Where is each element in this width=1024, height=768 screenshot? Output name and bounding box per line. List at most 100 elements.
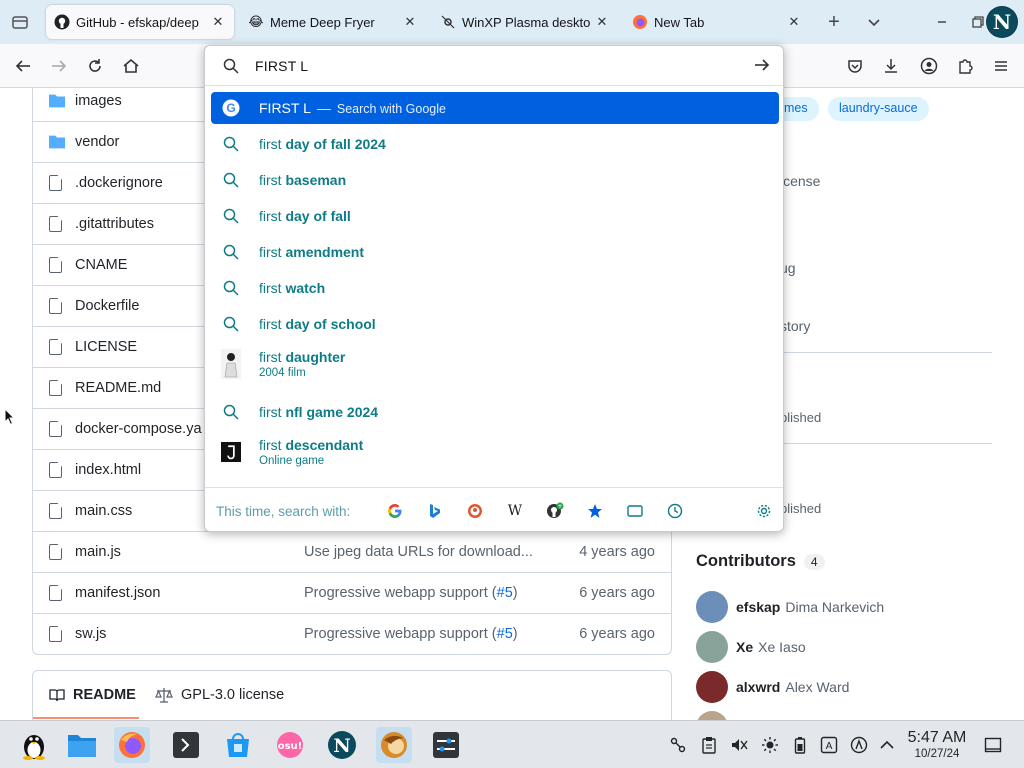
about-link-history[interactable]: story — [780, 318, 810, 334]
url-input[interactable]: FIRST L — [205, 46, 783, 86]
file-manager-button[interactable] — [64, 727, 100, 763]
history-icon[interactable] — [666, 502, 684, 520]
extensions-button[interactable] — [954, 55, 976, 77]
home-button[interactable] — [120, 55, 142, 77]
contributor-login: Xe — [736, 639, 754, 655]
tray-expand-button[interactable] — [877, 735, 897, 755]
file-name-link[interactable]: images — [75, 93, 122, 109]
battery-tray-icon[interactable] — [790, 735, 810, 755]
clock[interactable]: 5:47 AM 10/27/24 — [900, 729, 974, 761]
show-desktop-button[interactable] — [983, 735, 1003, 755]
close-tab-icon[interactable]: ✕ — [210, 14, 226, 30]
terminal-button[interactable] — [168, 727, 204, 763]
back-button[interactable] — [12, 55, 34, 77]
file-name-link[interactable]: main.js — [75, 544, 121, 560]
pull-request-link[interactable]: #5 — [497, 626, 513, 642]
urlbar-suggestion[interactable]: first amendment — [211, 236, 779, 268]
osu-button[interactable]: osu! — [272, 727, 308, 763]
firefox-view-button[interactable] — [8, 10, 32, 34]
file-name-link[interactable]: Dockerfile — [75, 298, 139, 314]
volume-muted-tray-icon[interactable] — [729, 735, 749, 755]
close-tab-icon[interactable]: ✕ — [786, 14, 802, 30]
go-arrow-icon[interactable] — [753, 56, 771, 74]
file-name-link[interactable]: CNAME — [75, 257, 127, 273]
brightness-tray-icon[interactable] — [760, 735, 780, 755]
file-name-link[interactable]: LICENSE — [75, 339, 137, 355]
close-tab-icon[interactable]: ✕ — [402, 14, 418, 30]
discover-store-button[interactable] — [220, 727, 256, 763]
urlbar-suggestion[interactable]: first nfl game 2024 — [211, 396, 779, 428]
firefox-taskbar-button[interactable] — [114, 727, 150, 763]
show-desktop-icon — [984, 737, 1002, 753]
tab-winxp-plasma[interactable]: WinXP Plasma deskto ✕ — [432, 5, 618, 39]
contributor-item[interactable]: alxwrd Alex Ward — [696, 671, 849, 703]
reload-button[interactable] — [84, 55, 106, 77]
file-row[interactable]: manifest.json Progressive webapp support … — [33, 572, 671, 613]
contributor-item[interactable]: Xe Xe Iaso — [696, 631, 806, 663]
about-link-license[interactable]: icense — [780, 173, 820, 189]
wikipedia-icon[interactable]: W — [506, 502, 524, 520]
file-name-link[interactable]: index.html — [75, 462, 141, 478]
tab-readme[interactable]: README — [49, 687, 136, 703]
list-all-tabs-button[interactable] — [862, 10, 886, 34]
file-name-link[interactable]: README.md — [75, 380, 161, 396]
downloads-button[interactable] — [880, 55, 902, 77]
contributors-heading[interactable]: Contributors 4 — [696, 552, 825, 571]
back-arrow-icon — [15, 60, 30, 72]
tab-github[interactable]: GitHub - efskap/deep ✕ — [46, 5, 234, 39]
mixer-button[interactable] — [428, 727, 464, 763]
file-name-link[interactable]: manifest.json — [75, 585, 160, 601]
urlbar-suggestion[interactable]: first baseman — [211, 164, 779, 196]
account-button[interactable] — [918, 55, 940, 77]
tabs-icon[interactable] — [626, 502, 644, 520]
launcher-button[interactable] — [16, 727, 52, 763]
clipboard-tray-icon[interactable] — [699, 735, 719, 755]
file-name-link[interactable]: vendor — [75, 134, 119, 150]
forward-button[interactable] — [48, 55, 70, 77]
file-name-link[interactable]: main.css — [75, 503, 132, 519]
urlbar-suggestion[interactable]: first day of fall — [211, 200, 779, 232]
file-name-link[interactable]: .gitattributes — [75, 216, 154, 232]
urlbar-suggestion[interactable]: first day of fall 2024 — [211, 128, 779, 160]
pull-request-link[interactable]: #5 — [497, 585, 513, 601]
netscape-button[interactable]: N — [324, 727, 360, 763]
file-name-link[interactable]: sw.js — [75, 626, 106, 642]
updates-tray-icon[interactable] — [849, 735, 869, 755]
app-menu-button[interactable] — [990, 55, 1012, 77]
urlbar-suggestion[interactable]: first watch — [211, 272, 779, 304]
urlbar-suggestion[interactable]: first day of school — [211, 308, 779, 340]
close-tab-icon[interactable]: ✕ — [594, 14, 610, 30]
tab-new-tab[interactable]: New Tab ✕ — [624, 5, 810, 39]
minimize-button[interactable] — [930, 10, 954, 34]
contributor-item[interactable]: efskap Dima Narkevich — [696, 591, 884, 623]
file-name-link[interactable]: .dockerignore — [75, 175, 163, 191]
bing-icon[interactable] — [426, 502, 444, 520]
google-icon[interactable] — [386, 502, 404, 520]
duckduckgo-icon[interactable] — [466, 502, 484, 520]
file-icon — [49, 421, 62, 437]
commit-message[interactable]: Use jpeg data URLs for download... — [304, 544, 533, 560]
commit-message[interactable]: Progressive webapp support (#5) — [304, 585, 518, 601]
thunderbird-button[interactable] — [376, 727, 412, 763]
topic-tag[interactable]: laundry-sauce — [828, 97, 929, 121]
github-icon[interactable]: + — [546, 502, 564, 520]
tab-meme-deep-fryer[interactable]: 😂 Meme Deep Fryer ✕ — [240, 5, 426, 39]
contributor-item[interactable] — [696, 711, 741, 720]
new-tab-button[interactable]: + — [822, 10, 846, 34]
file-row[interactable]: sw.js Progressive webapp support (#5) 6 ye… — [33, 613, 671, 654]
urlbar-suggestion[interactable]: first descendant Online game — [211, 432, 779, 472]
network-tray-icon[interactable] — [668, 735, 688, 755]
profile-avatar[interactable]: N — [986, 6, 1018, 38]
commit-message[interactable]: Progressive webapp support (#5) — [304, 626, 518, 642]
search-icon — [221, 314, 241, 334]
commit-time: 6 years ago — [579, 626, 655, 642]
search-settings-gear-icon[interactable] — [755, 502, 773, 520]
bookmarks-icon[interactable] — [586, 502, 604, 520]
file-row[interactable]: main.js Use jpeg data URLs for download..… — [33, 531, 671, 572]
pocket-button[interactable] — [844, 55, 866, 77]
input-method-tray-icon[interactable]: A — [819, 735, 839, 755]
file-name-link[interactable]: docker-compose.ya — [75, 421, 202, 437]
urlbar-suggestion[interactable]: G FIRST L — Search with Google — [211, 92, 779, 124]
urlbar-suggestion[interactable]: first daughter 2004 film — [211, 344, 779, 384]
tab-license[interactable]: GPL-3.0 license — [155, 687, 284, 703]
